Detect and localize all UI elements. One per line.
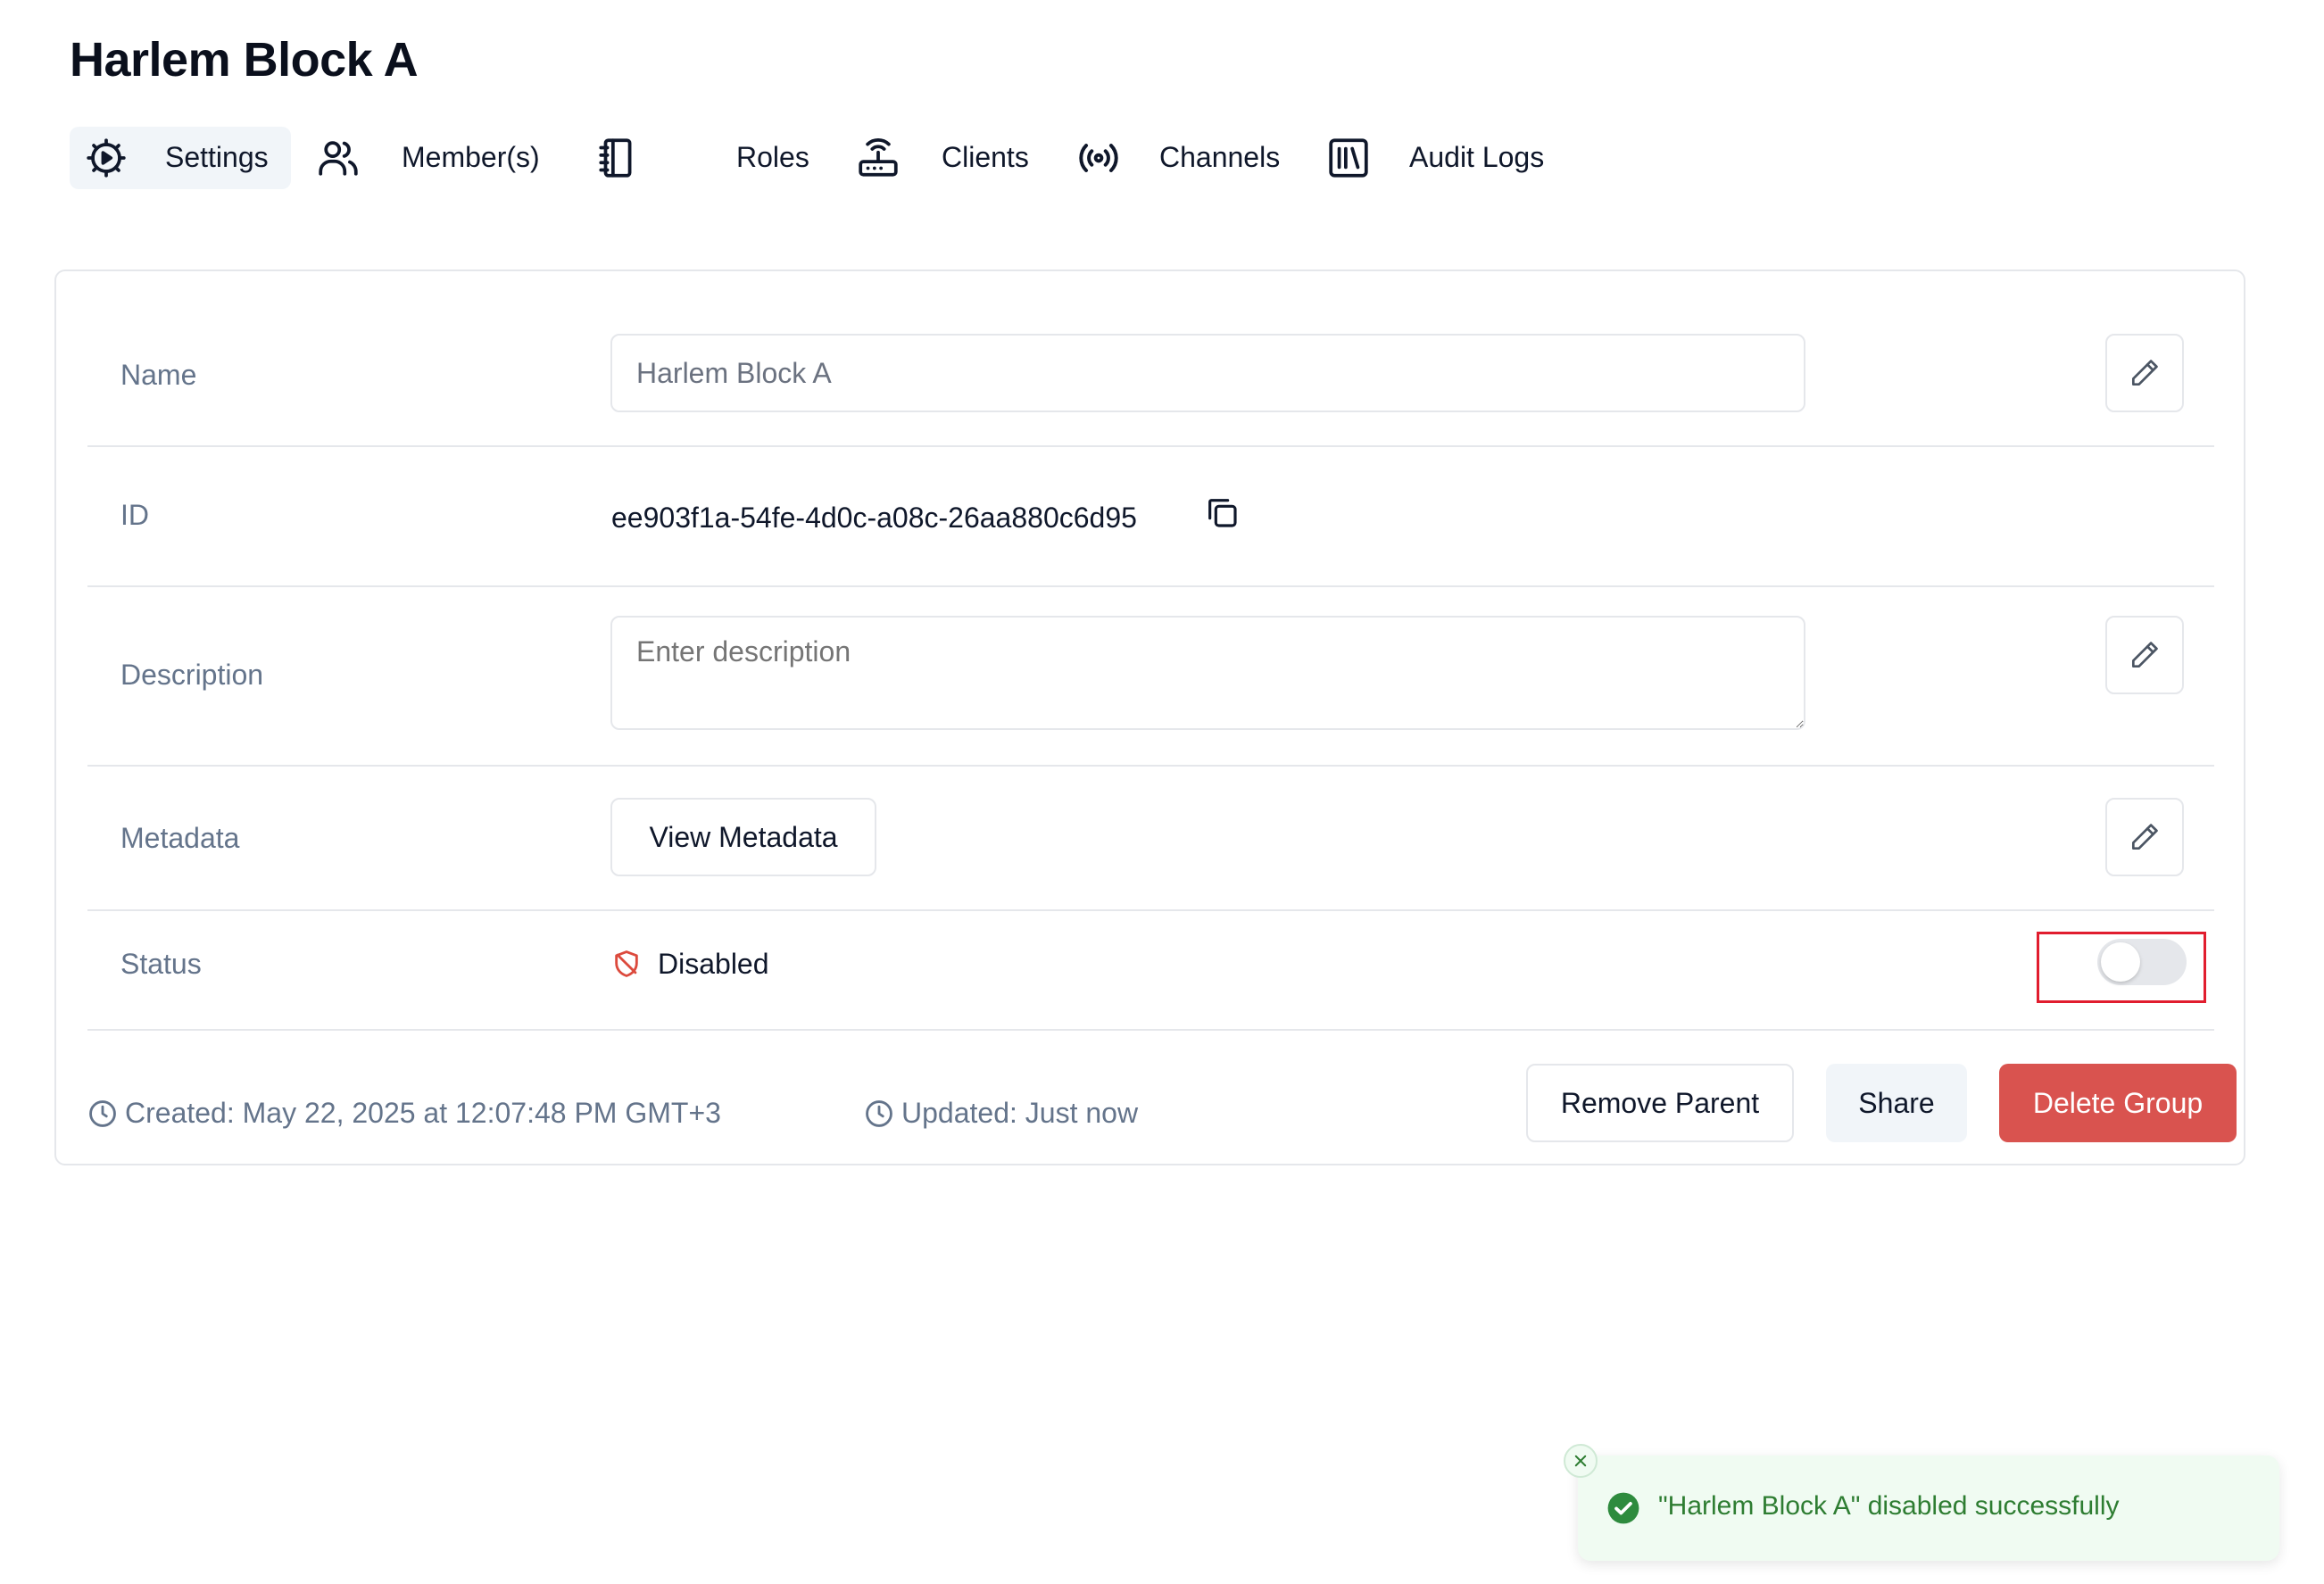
name-input[interactable] (610, 334, 1805, 412)
copy-icon[interactable] (1204, 494, 1240, 530)
close-icon (1574, 1455, 1587, 1467)
tab-settings-label: Settings (165, 141, 269, 173)
pencil-icon (2131, 360, 2158, 386)
description-textarea[interactable] (610, 616, 1805, 730)
row-divider (87, 445, 2214, 447)
tab-audit-logs[interactable]: Audit Logs (1310, 127, 1578, 189)
delete-group-button[interactable]: Delete Group (1999, 1064, 2237, 1142)
name-label: Name (120, 359, 197, 391)
row-divider (87, 909, 2214, 911)
status-label: Status (120, 948, 202, 980)
router-icon (856, 136, 901, 180)
row-divider (87, 585, 2214, 587)
clock-icon (89, 1099, 116, 1127)
edit-metadata-button[interactable] (2105, 798, 2184, 876)
tab-members-label: Member(s) (402, 141, 540, 173)
library-icon (1326, 136, 1371, 180)
page-title: Harlem Block A (70, 33, 419, 87)
tab-clients[interactable]: Clients (788, 127, 1047, 189)
id-label: ID (120, 499, 149, 531)
remove-parent-button[interactable]: Remove Parent (1526, 1064, 1794, 1142)
pencil-icon (2131, 824, 2158, 850)
updated-timestamp: Updated: Just now (864, 1097, 1138, 1130)
tab-clients-label: Clients (942, 141, 1029, 173)
radio-broadcast-icon (1076, 136, 1121, 180)
check-circle-icon (1607, 1492, 1639, 1524)
toast-close-button[interactable] (1564, 1444, 1598, 1478)
shield-off-icon (615, 950, 638, 977)
share-button[interactable]: Share (1826, 1064, 1967, 1142)
toggle-knob (2101, 942, 2140, 982)
group-settings-card: Name ID ee903f1a-54fe-4d0c-a08c-26aa880c… (54, 270, 2245, 1165)
metadata-label: Metadata (120, 822, 240, 854)
row-divider (87, 1029, 2214, 1031)
notebook-icon (594, 136, 639, 180)
view-metadata-button[interactable]: View Metadata (610, 798, 876, 876)
row-divider (87, 765, 2214, 767)
created-timestamp: Created: May 22, 2025 at 12:07:48 PM GMT… (87, 1097, 721, 1130)
created-text: Created: May 22, 2025 at 12:07:48 PM GMT… (125, 1097, 721, 1129)
success-toast: "Harlem Block A" disabled successfully (1578, 1455, 2279, 1561)
toast-message: "Harlem Block A" disabled successfully (1658, 1491, 2120, 1521)
tab-channels-label: Channels (1159, 141, 1281, 173)
description-label: Description (120, 659, 264, 691)
id-value: ee903f1a-54fe-4d0c-a08c-26aa880c6d95 (611, 502, 1137, 534)
status-toggle[interactable] (2097, 939, 2187, 985)
updated-text: Updated: Just now (901, 1097, 1139, 1129)
users-icon (316, 136, 361, 180)
status-value: Disabled (658, 948, 769, 980)
tab-channels[interactable]: Channels (1060, 127, 1301, 189)
settings-gear-icon (84, 136, 129, 180)
tab-audit-logs-label: Audit Logs (1409, 141, 1545, 173)
tab-members[interactable]: Member(s) (311, 127, 552, 189)
pencil-icon (2131, 642, 2158, 668)
tab-settings[interactable]: Settings (70, 127, 291, 189)
edit-description-button[interactable] (2105, 616, 2184, 694)
edit-name-button[interactable] (2105, 334, 2184, 412)
clock-icon (866, 1099, 892, 1127)
